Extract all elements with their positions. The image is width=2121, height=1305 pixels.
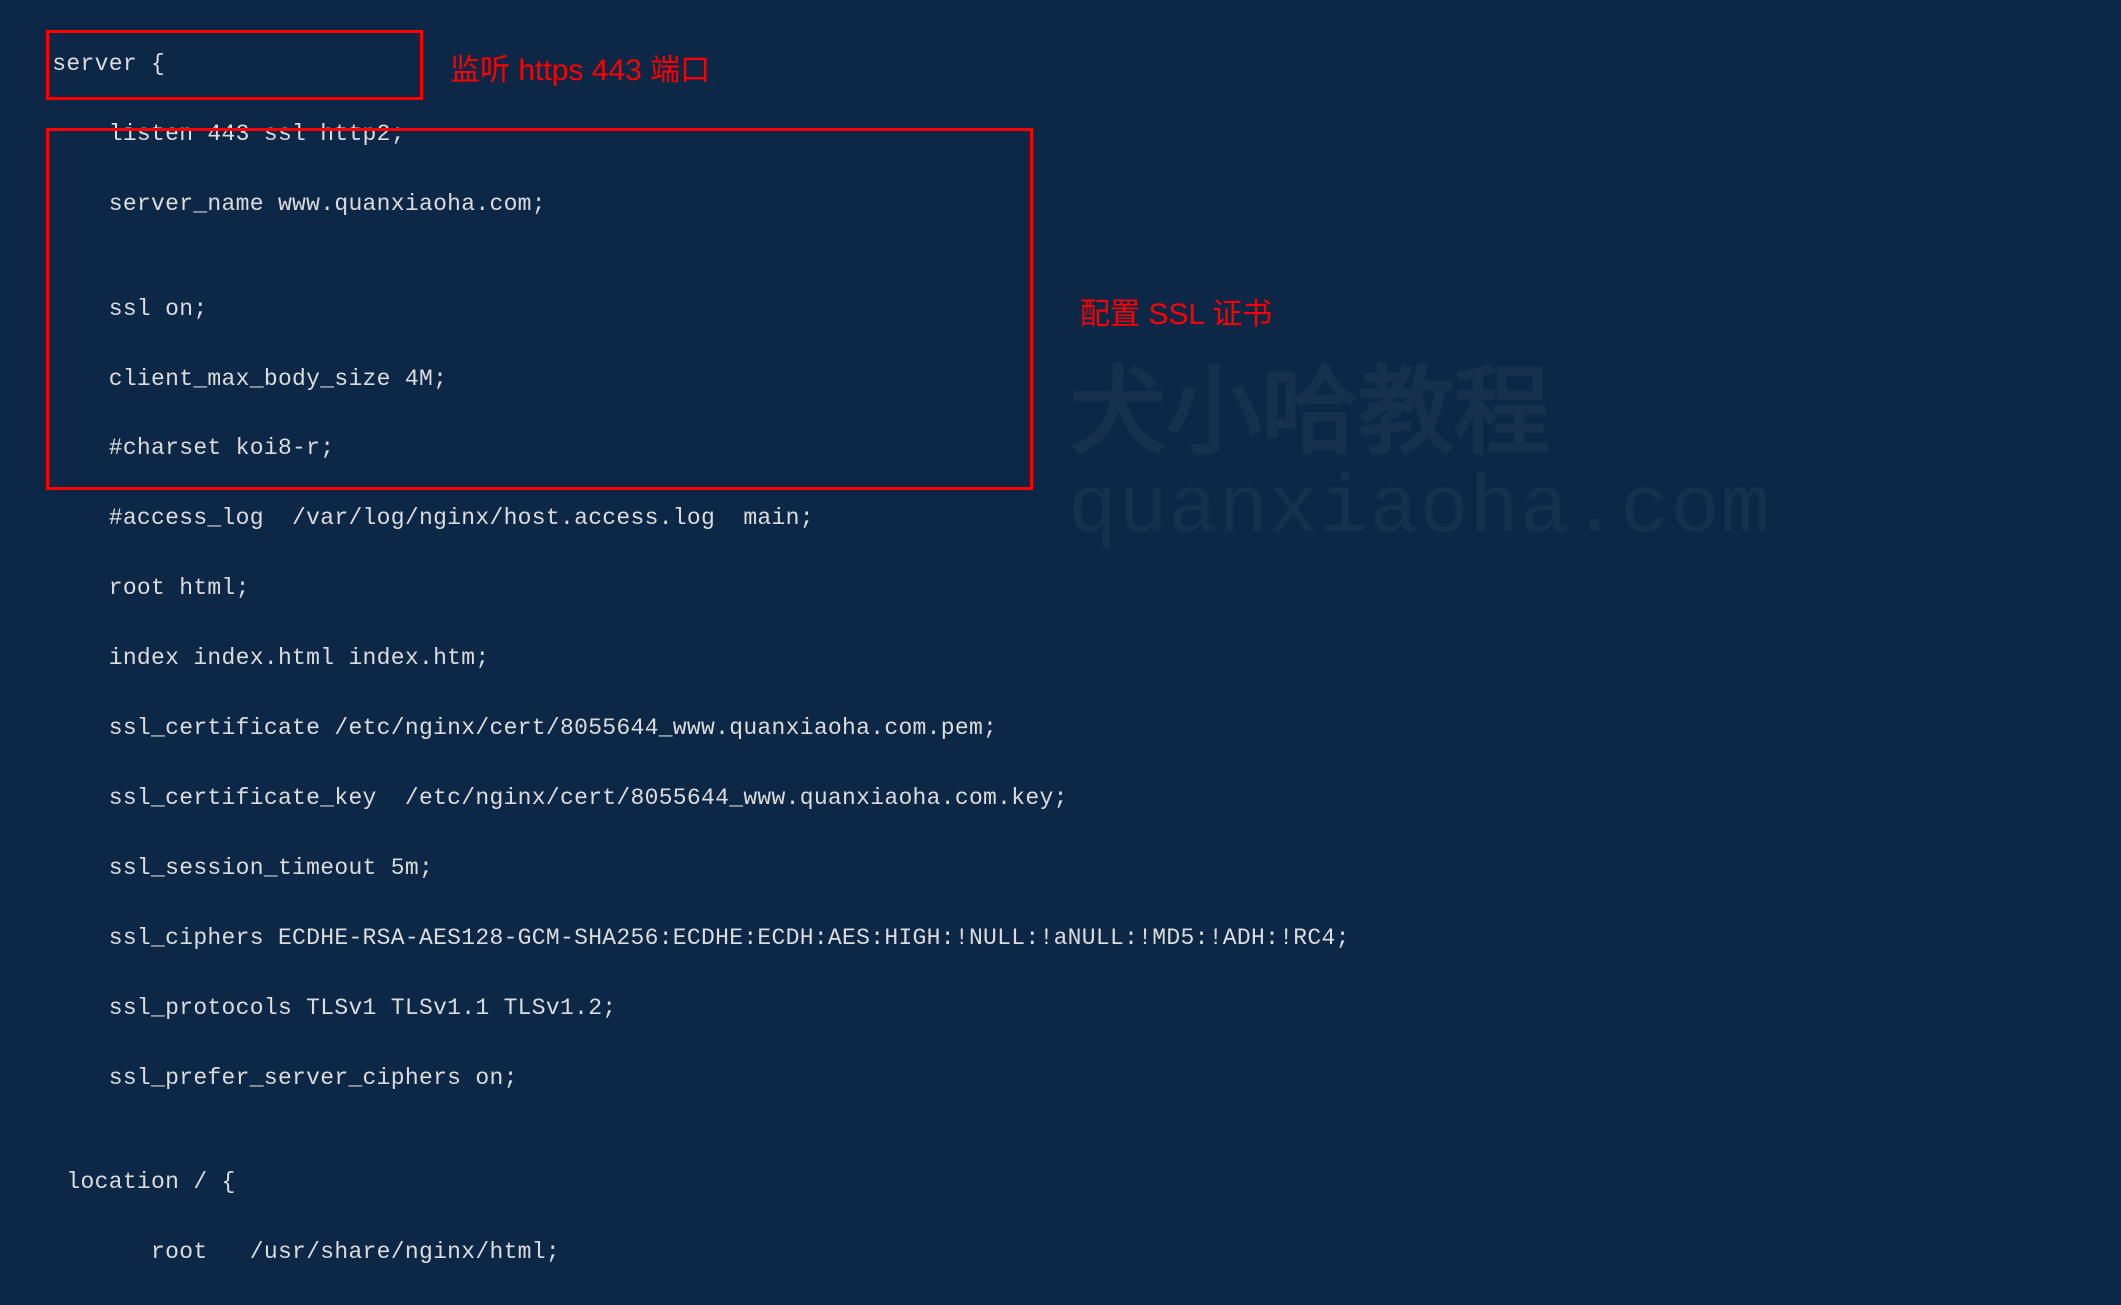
code-line: #charset koi8-r; — [10, 431, 2121, 466]
code-line: ssl_protocols TLSv1 TLSv1.1 TLSv1.2; — [10, 991, 2121, 1026]
code-line: client_max_body_size 4M; — [10, 362, 2121, 397]
code-line: ssl on; — [10, 292, 2121, 327]
code-line: #access_log /var/log/nginx/host.access.l… — [10, 501, 2121, 536]
code-line: server { — [10, 47, 2121, 82]
code-line: ssl_ciphers ECDHE-RSA-AES128-GCM-SHA256:… — [10, 921, 2121, 956]
nginx-config-code: server { listen 443 ssl http2; server_na… — [0, 0, 2121, 1305]
code-line: ssl_session_timeout 5m; — [10, 851, 2121, 886]
code-line: ssl_prefer_server_ciphers on; — [10, 1061, 2121, 1096]
code-line: index index.html index.htm; — [10, 641, 2121, 676]
code-line: ssl_certificate /etc/nginx/cert/8055644_… — [10, 711, 2121, 746]
code-line: root /usr/share/nginx/html; — [10, 1235, 2121, 1270]
code-line: root html; — [10, 571, 2121, 606]
code-line: ssl_certificate_key /etc/nginx/cert/8055… — [10, 781, 2121, 816]
code-line: location / { — [10, 1165, 2121, 1200]
annotation-ssl-config: 配置 SSL 证书 — [1080, 292, 1272, 338]
annotation-listen-port: 监听 https 443 端口 — [450, 48, 710, 94]
code-line: server_name www.quanxiaoha.com; — [10, 187, 2121, 222]
code-line: listen 443 ssl http2; — [10, 117, 2121, 152]
